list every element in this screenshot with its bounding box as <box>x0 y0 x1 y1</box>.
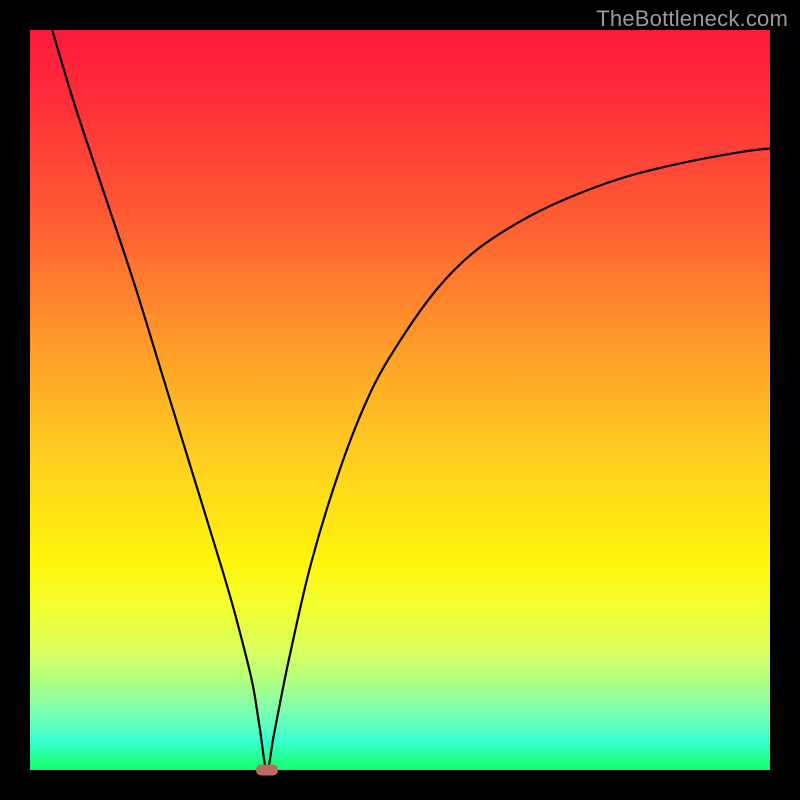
minimum-marker <box>256 765 278 776</box>
watermark-text: TheBottleneck.com <box>596 6 788 32</box>
chart-frame: TheBottleneck.com <box>0 0 800 800</box>
bottleneck-curve <box>30 30 770 770</box>
plot-area <box>30 30 770 770</box>
